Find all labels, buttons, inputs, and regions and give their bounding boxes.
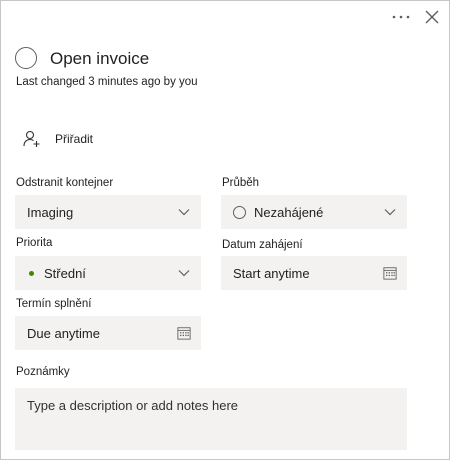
assign-button[interactable]: Přiřadit — [23, 127, 93, 151]
close-icon — [425, 10, 439, 24]
add-person-icon — [23, 130, 40, 147]
start-date-picker[interactable]: Start anytime — [221, 256, 407, 290]
notes-textarea[interactable]: Type a description or add notes here — [15, 388, 407, 450]
bucket-dropdown[interactable]: Imaging — [15, 195, 201, 229]
start-date-value: Start anytime — [233, 265, 310, 281]
close-button[interactable] — [420, 5, 444, 29]
bucket-value: Imaging — [27, 204, 74, 220]
notes-placeholder: Type a description or add notes here — [27, 398, 239, 413]
chevron-down-icon — [177, 266, 191, 280]
due-date-value: Due anytime — [27, 325, 100, 341]
priority-dropdown[interactable]: Střední — [15, 256, 201, 290]
assign-label: Přiřadit — [55, 132, 94, 146]
calendar-icon — [383, 266, 397, 280]
progress-value: Nezahájené — [254, 204, 324, 220]
chevron-down-icon — [177, 205, 191, 219]
calendar-icon — [177, 326, 191, 340]
progress-label: Průběh — [222, 177, 260, 189]
ellipsis-icon — [392, 15, 410, 19]
due-date-picker[interactable]: Due anytime — [15, 316, 201, 350]
task-details-panel: Open invoice Last changed 3 minutes ago … — [0, 0, 450, 460]
bucket-label: Odstranit kontejner — [16, 177, 114, 189]
notes-label: Poznámky — [16, 366, 70, 378]
more-options-button[interactable] — [387, 7, 415, 27]
priority-medium-icon — [29, 270, 34, 276]
last-changed-text: Last changed 3 minutes ago by you — [16, 76, 198, 88]
due-date-label: Termín splnění — [16, 298, 92, 310]
priority-value: Střední — [44, 265, 86, 281]
priority-label: Priorita — [16, 237, 53, 249]
task-title[interactable]: Open invoice — [50, 49, 149, 69]
start-date-label: Datum zahájení — [222, 239, 303, 251]
progress-dropdown[interactable]: Nezahájené — [221, 195, 407, 229]
not-started-icon — [233, 205, 246, 219]
chevron-down-icon — [383, 205, 397, 219]
complete-task-checkbox[interactable] — [15, 47, 37, 69]
